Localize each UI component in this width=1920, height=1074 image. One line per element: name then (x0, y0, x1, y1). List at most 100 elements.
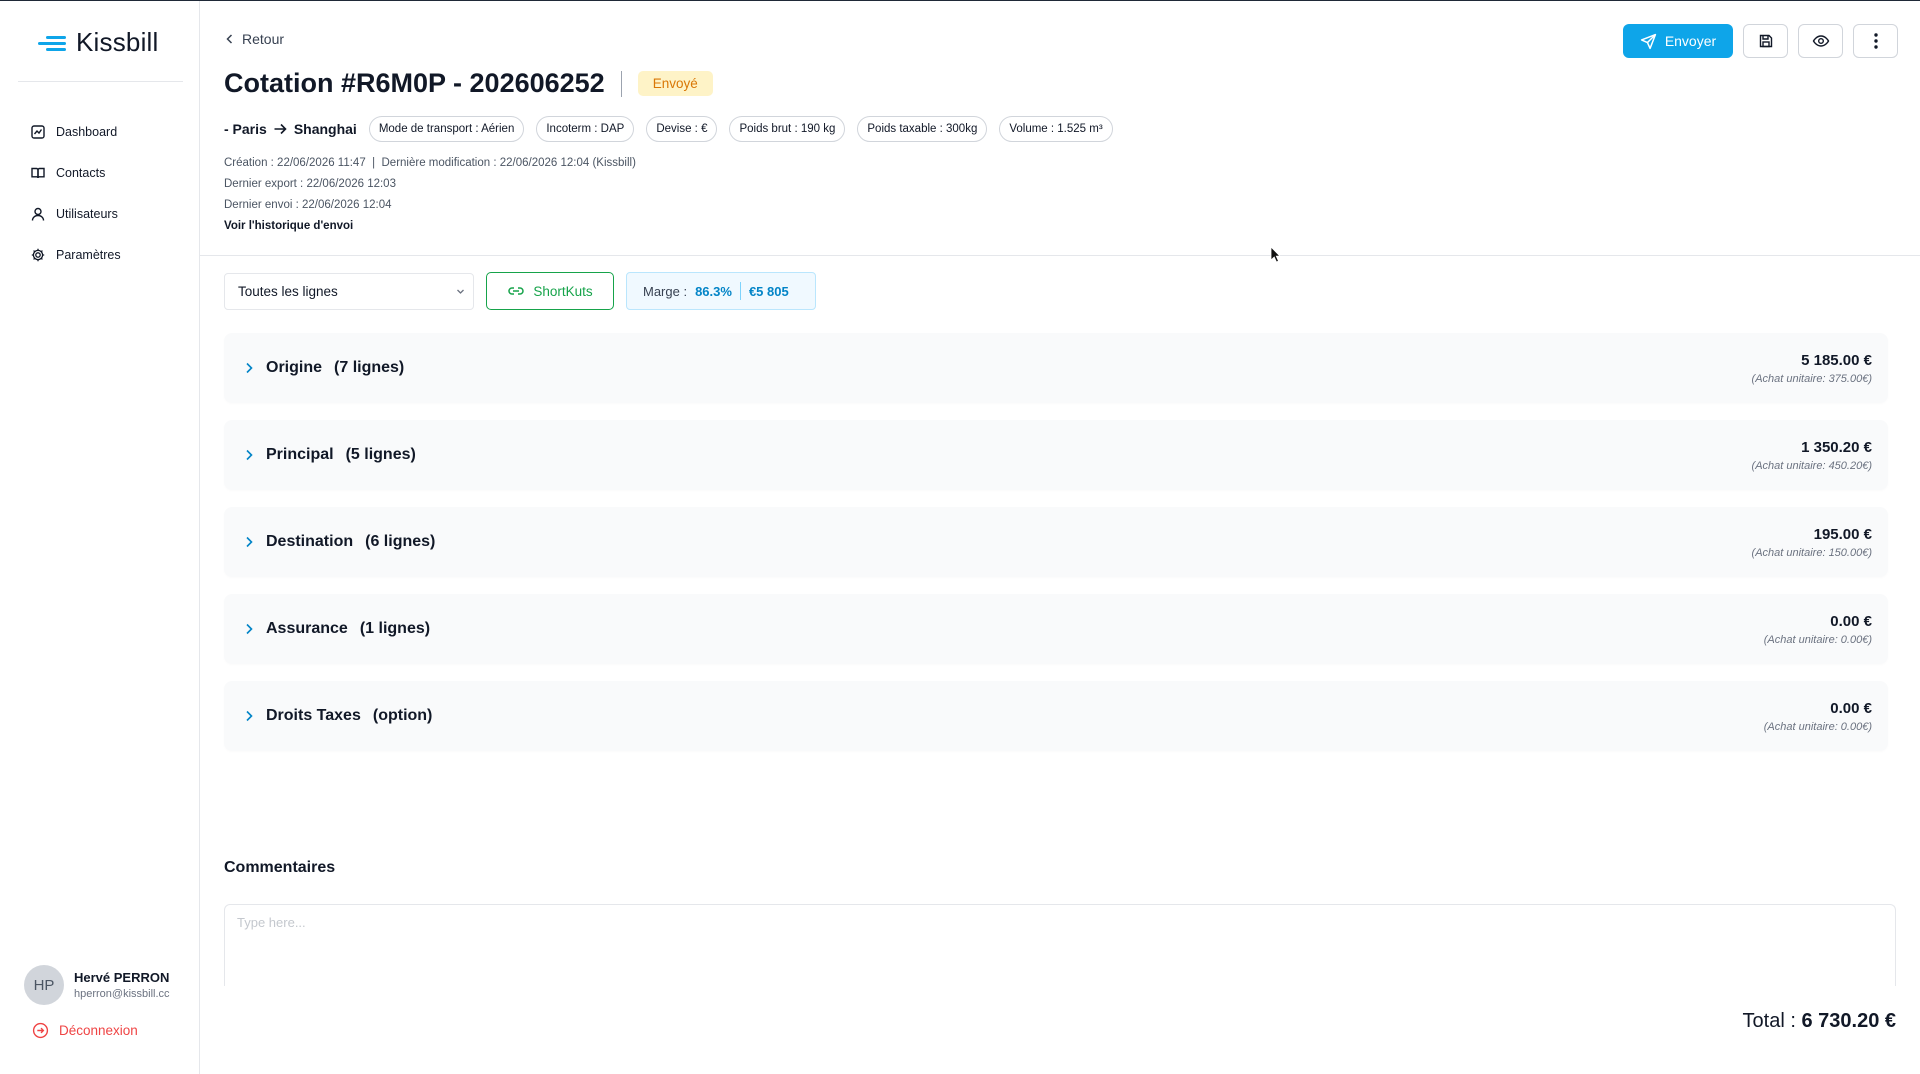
chevron-right-icon (246, 623, 253, 635)
sidebar-item-contacts[interactable]: Contacts (30, 152, 121, 193)
section-amount: 0.00 € (1830, 612, 1872, 630)
lines-filter-select[interactable]: Toutes les lignes (224, 273, 474, 310)
section-name: Assurance (266, 620, 348, 637)
route-origin: - Paris (224, 121, 267, 137)
user-name: Hervé PERRON (74, 970, 170, 985)
section-amount: 0.00 € (1830, 699, 1872, 717)
chevron-right-icon (246, 536, 253, 548)
gear-icon (31, 248, 45, 261)
quote-meta: Création : 22/06/2026 11:47 | Dernière m… (224, 153, 636, 237)
save-icon (1759, 34, 1772, 48)
book-icon (31, 167, 45, 178)
section-unit-price: (Achat unitaire: 150.00€) (1751, 546, 1872, 559)
section-assurance[interactable]: Assurance (1 lignes) 0.00 € (Achat unita… (224, 594, 1888, 664)
link-icon (508, 287, 525, 295)
section-amount: 1 350.20 € (1801, 438, 1872, 456)
margin-label: Marge : (643, 283, 688, 299)
mouse-cursor-icon (1270, 246, 1281, 263)
chevron-left-icon (226, 34, 233, 44)
margin-percent: 86.3% (695, 283, 732, 299)
header-divider (200, 255, 1920, 256)
sidebar-divider (18, 81, 183, 82)
margin-separator (739, 282, 741, 300)
logout-label: Déconnexion (59, 1023, 138, 1038)
section-count: (5 lignes) (345, 446, 416, 463)
user-icon (31, 207, 45, 221)
dashboard-icon (31, 124, 45, 139)
chevron-right-icon (246, 362, 253, 374)
section-amount: 195.00 € (1813, 525, 1872, 543)
page-title: Cotation #R6M0P - 202606252 (224, 68, 605, 98)
sidebar-nav: Dashboard Contacts Utilisateurs Paramètr… (30, 111, 121, 275)
send-history-link[interactable]: Voir l'historique d'envoi (224, 216, 636, 237)
avatar: HP (24, 965, 64, 1005)
total-value: 6 730.20 € (1801, 1010, 1896, 1032)
route-destination: Shanghai (293, 121, 357, 137)
app-name: Kissbill (76, 27, 159, 57)
lines-filter-value: Toutes les lignes (238, 284, 338, 299)
chip-incoterm: Incoterm : DAP (536, 116, 635, 142)
section-unit-price: (Achat unitaire: 0.00€) (1763, 633, 1872, 646)
comments-input[interactable] (237, 915, 1883, 976)
user-email: hperron@kissbill.cc (74, 988, 170, 1000)
send-label: Envoyer (1664, 33, 1717, 49)
logout-icon (32, 1022, 49, 1039)
chip-gross-weight: Poids brut : 190 kg (729, 116, 846, 142)
arrow-right-icon (274, 123, 287, 135)
chip-currency: Devise : € (646, 116, 718, 142)
section-amount: 5 185.00 € (1801, 351, 1872, 369)
shortkuts-label: ShortKuts (533, 283, 593, 299)
sidebar-item-label: Contacts (56, 165, 106, 180)
more-vertical-icon (1873, 33, 1878, 49)
chip-volume: Volume : 1.525 m³ (999, 116, 1113, 142)
section-principal[interactable]: Principal (5 lignes) 1 350.20 € (Achat u… (224, 420, 1888, 490)
section-origine[interactable]: Origine (7 lignes) 5 185.00 € (Achat uni… (224, 333, 1888, 403)
sidebar-item-parametres[interactable]: Paramètres (30, 234, 121, 275)
section-destination[interactable]: Destination (6 lignes) 195.00 € (Achat u… (224, 507, 1888, 577)
section-unit-price: (Achat unitaire: 0.00€) (1763, 720, 1872, 733)
title-separator (620, 70, 622, 97)
header-actions: Envoyer (1623, 24, 1898, 58)
more-options-button[interactable] (1853, 24, 1898, 58)
section-count: (6 lignes) (365, 533, 436, 550)
send-icon (1640, 33, 1656, 49)
section-unit-price: (Achat unitaire: 450.20€) (1751, 459, 1872, 472)
status-badge: Envoyé (637, 71, 713, 96)
save-button[interactable] (1743, 24, 1788, 58)
sidebar-item-label: Paramètres (56, 247, 121, 262)
chevron-right-icon (246, 449, 253, 461)
chevron-down-icon (457, 289, 464, 294)
comments-box (224, 904, 1896, 986)
total-label: Total : (1742, 1010, 1796, 1032)
top-border (0, 0, 1920, 1)
meta-created-modified: Création : 22/06/2026 11:47 | Dernière m… (224, 157, 636, 169)
send-button[interactable]: Envoyer (1623, 24, 1733, 58)
section-name: Origine (266, 359, 323, 376)
section-count: (7 lignes) (334, 359, 405, 376)
section-name: Principal (266, 446, 334, 463)
margin-summary: Marge : 86.3% €5 805 (626, 272, 816, 310)
preview-button[interactable] (1798, 24, 1843, 58)
logo-icon (38, 31, 68, 55)
back-link[interactable]: Retour (224, 31, 284, 47)
chip-transport-mode: Mode de transport : Aérien (368, 116, 525, 142)
section-count: (option) (372, 707, 433, 724)
chip-taxable-weight: Poids taxable : 300kg (857, 116, 988, 142)
margin-amount: €5 805 (748, 283, 789, 299)
sidebar-item-utilisateurs[interactable]: Utilisateurs (30, 193, 121, 234)
sidebar-item-label: Utilisateurs (56, 206, 118, 221)
sidebar-item-label: Dashboard (56, 124, 118, 139)
section-droits-taxes[interactable]: Droits Taxes (option) 0.00 € (Achat unit… (224, 681, 1888, 751)
back-label: Retour (242, 31, 285, 47)
quote-info-chips: - Paris Shanghai Mode de transport : Aér… (224, 116, 1113, 142)
user-profile[interactable]: HP Hervé PERRON hperron@kissbill.cc (24, 965, 178, 1005)
comments-label: Commentaires (224, 859, 336, 876)
logout-button[interactable]: Déconnexion (32, 1022, 138, 1039)
sidebar-item-dashboard[interactable]: Dashboard (30, 111, 121, 152)
shortkuts-button[interactable]: ShortKuts (486, 272, 614, 310)
section-unit-price: (Achat unitaire: 375.00€) (1751, 372, 1872, 385)
title-row: Cotation #R6M0P - 202606252 Envoyé (224, 68, 713, 99)
meta-last-export: Dernier export : 22/06/2026 12:03 (224, 178, 396, 190)
eye-icon (1812, 35, 1829, 47)
app-logo[interactable]: Kissbill (38, 27, 159, 58)
